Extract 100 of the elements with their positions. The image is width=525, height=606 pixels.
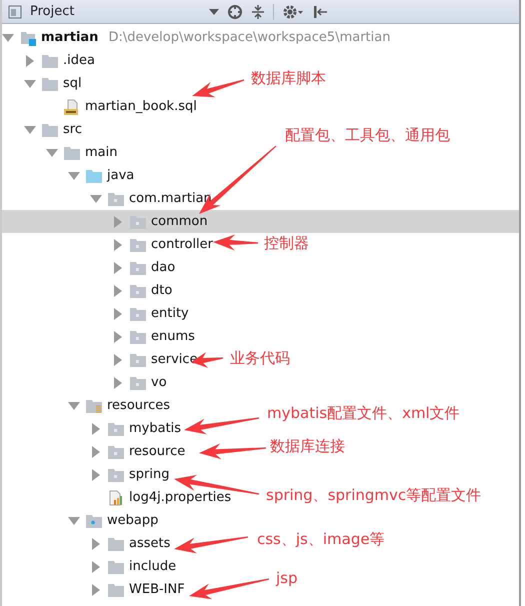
tree-row[interactable]: vo bbox=[2, 371, 169, 394]
folder-icon bbox=[64, 146, 80, 160]
tree-item-label: common bbox=[151, 214, 208, 229]
tree-item-label: vo bbox=[151, 375, 167, 390]
tree-row[interactable]: entity bbox=[2, 302, 191, 325]
tree-row[interactable]: martian_book.sql bbox=[2, 95, 199, 118]
tree-item-label: src bbox=[63, 122, 82, 137]
collapse-arrow-icon[interactable] bbox=[90, 468, 102, 480]
tree-row[interactable]: sql bbox=[2, 72, 84, 95]
tree-row[interactable]: resource bbox=[2, 440, 188, 463]
folder-icon bbox=[130, 352, 146, 366]
expand-arrow-icon[interactable] bbox=[24, 78, 36, 88]
tree-item-label: WEB-INF bbox=[129, 582, 185, 597]
annotation-text: mybatis配置文件、xml文件 bbox=[267, 403, 460, 423]
crosshair-icon[interactable] bbox=[227, 4, 244, 20]
folder-icon bbox=[108, 422, 124, 436]
tree-row[interactable]: controller bbox=[2, 233, 216, 256]
folder-icon bbox=[86, 514, 102, 528]
tree-item-label: spring bbox=[129, 467, 170, 482]
settings-icon[interactable] bbox=[282, 4, 304, 20]
tree-row[interactable]: dao bbox=[2, 256, 178, 279]
annotation-text: css、js、image等 bbox=[257, 529, 385, 549]
expand-arrow-icon[interactable] bbox=[68, 516, 80, 526]
folder-icon bbox=[42, 122, 58, 136]
collapse-arrow-icon[interactable] bbox=[112, 354, 124, 366]
hide-panel-icon[interactable] bbox=[312, 4, 328, 20]
expand-arrow-icon[interactable] bbox=[68, 400, 80, 410]
annotation-text: 业务代码 bbox=[230, 348, 290, 368]
expand-arrow-icon[interactable] bbox=[46, 148, 58, 158]
tree-row[interactable]: src bbox=[2, 118, 84, 141]
collapse-arrow-icon[interactable] bbox=[112, 376, 124, 388]
tree-row[interactable]: include bbox=[2, 555, 178, 578]
annotation-text: jsp bbox=[276, 568, 298, 588]
panel-title: Project bbox=[30, 4, 74, 19]
tree-row[interactable]: service bbox=[2, 348, 200, 371]
module-path: D:\develop\workspace\workspace5\martian bbox=[108, 30, 390, 45]
tree-row[interactable]: resources bbox=[2, 394, 172, 417]
collapse-arrow-icon[interactable] bbox=[90, 422, 102, 434]
tree-item-label: controller bbox=[151, 237, 214, 252]
tree-item-label: dto bbox=[151, 283, 172, 298]
tree-row[interactable]: martian D:\develop\workspace\workspace5\martian bbox=[2, 26, 392, 49]
tree-item-label: assets bbox=[129, 536, 170, 551]
folder-icon bbox=[130, 214, 146, 228]
folder-icon bbox=[130, 306, 146, 320]
tree-item-label: martian_book.sql bbox=[85, 99, 197, 114]
tree-row[interactable]: assets bbox=[2, 532, 172, 555]
collapse-arrow-icon[interactable] bbox=[112, 238, 124, 250]
folder-icon bbox=[130, 284, 146, 298]
tree-row[interactable]: webapp bbox=[2, 509, 160, 532]
collapse-all-icon[interactable] bbox=[251, 4, 266, 20]
pointer-arrow bbox=[213, 234, 258, 250]
tree-row[interactable]: WEB-INF bbox=[2, 578, 187, 601]
annotation-text: 数据库脚本 bbox=[251, 68, 326, 88]
tree-item-label: service bbox=[151, 352, 198, 367]
tree-row[interactable]: main bbox=[2, 141, 120, 164]
collapse-arrow-icon[interactable] bbox=[90, 446, 102, 458]
collapse-arrow-icon[interactable] bbox=[112, 308, 124, 320]
tree-row[interactable]: spring bbox=[2, 463, 172, 486]
collapse-arrow-icon[interactable] bbox=[112, 216, 124, 228]
collapse-arrow-icon[interactable] bbox=[112, 284, 124, 296]
expand-arrow-icon[interactable] bbox=[24, 124, 36, 134]
folder-icon bbox=[108, 536, 124, 550]
properties-file-icon bbox=[108, 490, 124, 506]
tree-row[interactable]: java bbox=[2, 164, 136, 187]
tree-item-label: mybatis bbox=[129, 421, 182, 436]
folder-icon bbox=[108, 560, 124, 574]
tree-item-label: include bbox=[129, 559, 176, 574]
tree-item-label: main bbox=[85, 145, 118, 160]
tree-row[interactable]: mybatis bbox=[2, 417, 184, 440]
dropdown-caret-icon[interactable] bbox=[209, 8, 220, 14]
tree-item-label: webapp bbox=[107, 513, 158, 528]
annotation-text: 配置包、工具包、通用包 bbox=[285, 125, 450, 145]
tree-item-label: resources bbox=[107, 398, 170, 413]
folder-icon bbox=[86, 168, 102, 182]
collapse-arrow-icon[interactable] bbox=[90, 560, 102, 572]
expand-arrow-icon[interactable] bbox=[68, 170, 80, 180]
folder-icon bbox=[108, 192, 124, 206]
collapse-arrow-icon[interactable] bbox=[90, 538, 102, 550]
tree-row[interactable]: log4j.properties bbox=[2, 486, 234, 509]
tree-item-label: .idea bbox=[63, 53, 95, 68]
tree-row[interactable]: common bbox=[2, 210, 519, 233]
expand-arrow-icon[interactable] bbox=[90, 194, 102, 204]
tree-item-label: martian bbox=[41, 30, 98, 45]
tree-row[interactable]: dto bbox=[2, 279, 174, 302]
expand-arrow-icon[interactable] bbox=[2, 32, 14, 42]
pointer-arrow bbox=[199, 443, 266, 460]
tree-item-label: resource bbox=[129, 444, 186, 459]
tree-item-label: entity bbox=[151, 306, 189, 321]
collapse-arrow-icon[interactable] bbox=[24, 54, 36, 66]
collapse-arrow-icon[interactable] bbox=[112, 330, 124, 342]
module-icon bbox=[20, 30, 36, 46]
tree-row[interactable]: .idea bbox=[2, 49, 97, 72]
collapse-arrow-icon[interactable] bbox=[90, 584, 102, 596]
folder-icon bbox=[108, 582, 124, 596]
tree-row[interactable]: enums bbox=[2, 325, 197, 348]
collapse-arrow-icon[interactable] bbox=[112, 262, 124, 274]
folder-icon bbox=[42, 54, 58, 68]
folder-icon bbox=[86, 398, 102, 412]
sql-file-icon bbox=[64, 98, 80, 114]
tree-item-label: sql bbox=[63, 76, 82, 91]
